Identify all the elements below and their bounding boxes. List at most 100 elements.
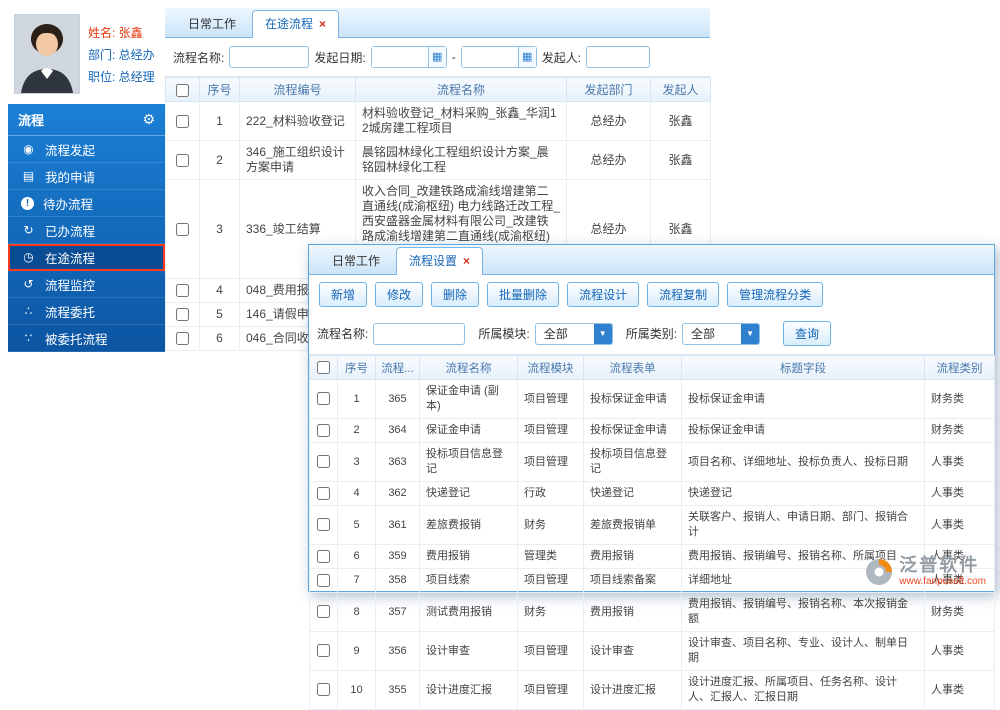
cell-name: 快递登记 bbox=[419, 481, 518, 506]
row-checkbox[interactable] bbox=[317, 486, 330, 500]
sidebar-item-completed-processes[interactable]: ↻ 已办流程 bbox=[8, 217, 165, 244]
cell-no: 7 bbox=[337, 568, 376, 593]
row-checkbox[interactable] bbox=[176, 308, 189, 322]
row-checkbox[interactable] bbox=[317, 605, 330, 619]
process-name-input-2[interactable] bbox=[373, 322, 466, 345]
profile-name: 姓名: 张鑫 bbox=[88, 26, 143, 40]
sidebar-item-pending-processes[interactable]: ! 待办流程 bbox=[8, 190, 165, 217]
col-no[interactable]: 序号 bbox=[337, 355, 376, 380]
row-checkbox[interactable] bbox=[176, 114, 189, 128]
sidebar-item-delegated-processes[interactable]: ∵ 被委托流程 bbox=[8, 325, 165, 352]
select-all-checkbox[interactable] bbox=[176, 83, 189, 97]
select-all-checkbox-2[interactable] bbox=[317, 361, 330, 374]
col-name[interactable]: 流程名称 bbox=[355, 77, 567, 102]
sidebar-item-process-initiate[interactable]: ◉ 流程发起 bbox=[8, 136, 165, 163]
refresh-icon: ↻ bbox=[23, 223, 34, 237]
batch-delete-button[interactable]: 批量删除 bbox=[487, 282, 560, 307]
sidebar-item-in-transit-processes[interactable]: ◷ 在途流程 bbox=[8, 244, 165, 271]
calendar-from-icon[interactable]: ▦ bbox=[427, 47, 446, 67]
win1-tabbar: 日常工作 在途流程 × bbox=[165, 8, 710, 38]
col-code[interactable]: 流程编号 bbox=[239, 77, 356, 102]
gear-icon[interactable]: ⚙ bbox=[142, 111, 155, 128]
tab-daily-work-2[interactable]: 日常工作 bbox=[319, 247, 393, 274]
col-module[interactable]: 流程模块 bbox=[517, 355, 584, 380]
row-checkbox[interactable] bbox=[317, 423, 330, 437]
cell-category: 人事类 bbox=[924, 631, 995, 671]
col-form[interactable]: 流程表单 bbox=[583, 355, 682, 380]
table-row[interactable]: 3 363 投标项目信息登记 项目管理 投标项目信息登记 项目名称、详细地址、投… bbox=[309, 442, 995, 482]
process-name-input[interactable] bbox=[229, 46, 310, 68]
module-label: 所属模块: bbox=[478, 327, 530, 341]
table-row[interactable]: 1 222_材料验收登记 材料验收登记_材料采购_张鑫_华润12城房建工程项目 … bbox=[165, 101, 711, 141]
row-checkbox[interactable] bbox=[317, 644, 330, 658]
sidebar-item-process-monitoring[interactable]: ↺ 流程监控 bbox=[8, 271, 165, 298]
table-row[interactable]: 4 362 快递登记 行政 快递登记 快递登记 人事类 bbox=[309, 481, 995, 506]
table-row[interactable]: 2 346_施工组织设计方案申请 晨铭园林绿化工程组织设计方案_晨铭园林绿化工程… bbox=[165, 140, 711, 180]
start-date-to-input[interactable] bbox=[461, 47, 518, 67]
chevron-down-icon[interactable]: ▼ bbox=[741, 323, 760, 344]
sidebar-header: 流程 ⚙ bbox=[8, 104, 165, 136]
initiator-input[interactable] bbox=[586, 46, 651, 68]
row-checkbox[interactable] bbox=[176, 332, 189, 346]
cell-form: 费用报销 bbox=[583, 544, 682, 569]
close-tab-icon[interactable]: × bbox=[319, 17, 326, 31]
win2-toolbar: 新增 修改 删除 批量删除 流程设计 流程复制 管理流程分类 bbox=[309, 275, 994, 313]
tab-process-settings[interactable]: 流程设置 × bbox=[396, 247, 484, 275]
table-row[interactable]: 5 361 差旅费报销 财务 差旅费报销单 关联客户、报销人、申请日期、部门、报… bbox=[309, 505, 995, 545]
row-checkbox[interactable] bbox=[176, 284, 189, 298]
sidebar-title: 流程 bbox=[18, 113, 45, 128]
table-row[interactable]: 1 365 保证金申请 (副本) 项目管理 投标保证金申请 投标保证金申请 财务… bbox=[309, 379, 995, 419]
add-button[interactable]: 新增 bbox=[319, 282, 368, 307]
sidebar-item-label: 在途流程 bbox=[45, 251, 96, 266]
col-category[interactable]: 流程类别 bbox=[924, 355, 995, 380]
table-row[interactable]: 9 356 设计审查 项目管理 设计审查 设计审查、项目名称、专业、设计人、制单… bbox=[309, 631, 995, 671]
category-select[interactable]: 全部 ▼ bbox=[682, 322, 761, 345]
col-id[interactable]: 流程... bbox=[375, 355, 420, 380]
process-settings-table: 序号 流程... 流程名称 流程模块 流程表单 标题字段 流程类别 1 365 … bbox=[309, 355, 995, 710]
col-initiator[interactable]: 发起人 bbox=[650, 77, 711, 102]
row-checkbox[interactable] bbox=[317, 455, 330, 469]
row-checkbox[interactable] bbox=[176, 153, 189, 167]
col-name[interactable]: 流程名称 bbox=[419, 355, 518, 380]
row-checkbox[interactable] bbox=[317, 549, 330, 563]
col-no[interactable]: 序号 bbox=[199, 77, 240, 102]
process-copy-button[interactable]: 流程复制 bbox=[647, 282, 720, 307]
sidebar-item-my-applications[interactable]: ▤ 我的申请 bbox=[8, 163, 165, 190]
cell-category: 人事类 bbox=[924, 481, 995, 506]
edit-button[interactable]: 修改 bbox=[375, 282, 424, 307]
sidebar-item-process-delegation[interactable]: ∴ 流程委托 bbox=[8, 298, 165, 325]
table-row[interactable]: 2 364 保证金申请 项目管理 投标保证金申请 投标保证金申请 财务类 bbox=[309, 418, 995, 443]
process-name-label: 流程名称: bbox=[173, 50, 225, 65]
sidebar-item-label: 流程委托 bbox=[45, 305, 96, 320]
cell-form: 投标保证金申请 bbox=[583, 379, 682, 419]
delete-button[interactable]: 删除 bbox=[431, 282, 480, 307]
tab-in-transit[interactable]: 在途流程 × bbox=[252, 10, 340, 38]
close-tab-icon[interactable]: × bbox=[463, 254, 470, 268]
tab-label: 在途流程 bbox=[265, 17, 314, 31]
tab-daily-work-1[interactable]: 日常工作 bbox=[175, 10, 249, 37]
cell-module: 项目管理 bbox=[517, 379, 584, 419]
col-title-field[interactable]: 标题字段 bbox=[681, 355, 925, 380]
win1-filterbar: 流程名称: 发起日期: ▦ - ▦ 发起人: bbox=[165, 38, 710, 77]
cell-name: 设计进度汇报 bbox=[419, 670, 518, 710]
manage-category-button[interactable]: 管理流程分类 bbox=[727, 282, 824, 307]
brand-watermark: 泛普软件 www.fanpusoft.com bbox=[865, 555, 986, 587]
row-checkbox[interactable] bbox=[317, 683, 330, 697]
search-button[interactable]: 查询 bbox=[783, 321, 832, 346]
table-row[interactable]: 10 355 设计进度汇报 项目管理 设计进度汇报 设计进度汇报、所属项目、任务… bbox=[309, 670, 995, 710]
row-checkbox[interactable] bbox=[176, 222, 189, 236]
col-dept[interactable]: 发起部门 bbox=[566, 77, 651, 102]
initiator-label: 发起人: bbox=[541, 50, 582, 65]
chevron-down-icon[interactable]: ▼ bbox=[593, 323, 612, 344]
cell-name: 设计审查 bbox=[419, 631, 518, 671]
process-design-button[interactable]: 流程设计 bbox=[567, 282, 640, 307]
table-row[interactable]: 8 357 测试费用报销 财务 费用报销 费用报销、报销编号、报销名称、本次报销… bbox=[309, 592, 995, 632]
win2-tabbar: 日常工作 流程设置 × bbox=[309, 245, 994, 275]
row-checkbox[interactable] bbox=[317, 573, 330, 587]
cell-no: 3 bbox=[199, 179, 240, 279]
start-date-from-input[interactable] bbox=[371, 47, 428, 67]
module-select[interactable]: 全部 ▼ bbox=[534, 322, 613, 345]
row-checkbox[interactable] bbox=[317, 518, 330, 532]
row-checkbox[interactable] bbox=[317, 392, 330, 406]
calendar-to-icon[interactable]: ▦ bbox=[517, 47, 536, 67]
